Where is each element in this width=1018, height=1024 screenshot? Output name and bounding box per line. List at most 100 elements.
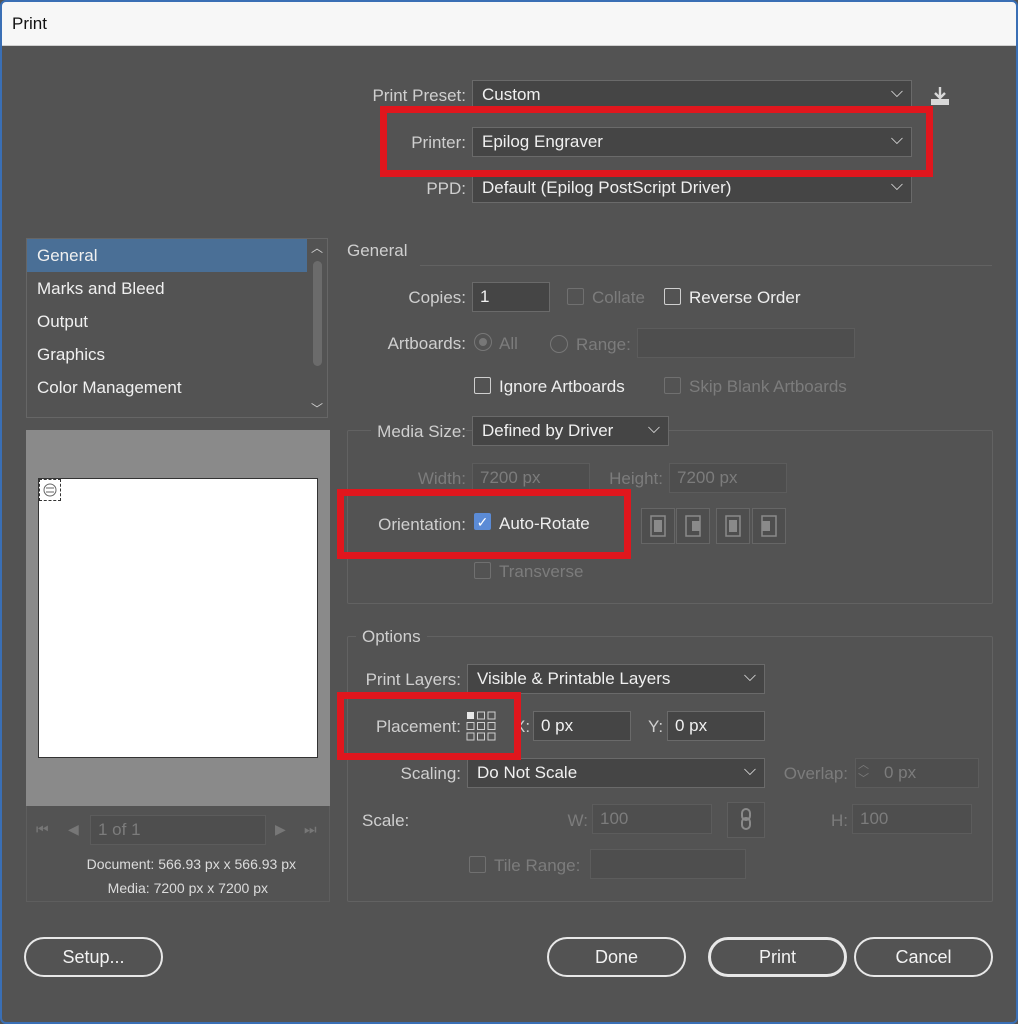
scroll-down-icon[interactable]: ﹀ <box>311 400 323 417</box>
last-page-icon[interactable]: ⏭ <box>304 821 317 838</box>
reverse-order-label: Reverse Order <box>689 288 801 307</box>
general-heading: General <box>347 241 408 260</box>
document-size-row: Document: 566.93 px x 566.93 px <box>26 856 296 872</box>
collate-label: Collate <box>592 288 645 307</box>
document-label: Document: <box>86 856 155 872</box>
first-page-icon[interactable]: ⏮ <box>36 821 49 838</box>
overlap-input[interactable]: 0 px <box>855 758 979 788</box>
landscape-button[interactable] <box>676 508 710 544</box>
media-size-label: Media Size: <box>371 422 466 442</box>
link-icon <box>741 808 751 830</box>
scroll-thumb[interactable] <box>313 261 322 366</box>
artboards-all-radio[interactable] <box>474 333 492 351</box>
copies-label: Copies: <box>408 288 466 307</box>
category-item-marks-and-bleed[interactable]: Marks and Bleed <box>27 272 327 305</box>
print-preset-value: Custom <box>482 85 541 104</box>
print-layers-value: Visible & Printable Layers <box>477 669 671 688</box>
constrain-proportions-button[interactable] <box>727 802 765 838</box>
scale-label: Scale: <box>362 811 410 830</box>
ppd-label: PPD: <box>426 179 466 198</box>
options-heading: Options <box>356 627 427 647</box>
portrait-icon <box>650 515 666 537</box>
print-button[interactable]: Print <box>708 937 847 977</box>
ppd-value: Default (Epilog PostScript Driver) <box>482 178 732 197</box>
setup-button[interactable]: Setup... <box>24 937 163 977</box>
placement-x-input[interactable]: 0 px <box>533 711 631 741</box>
artwork-thumbnail <box>39 479 61 501</box>
scale-h-input[interactable]: 100 <box>852 804 972 834</box>
portrait-button[interactable] <box>641 508 675 544</box>
media-size: 7200 px x 7200 px <box>153 880 268 896</box>
collate-checkbox[interactable] <box>567 288 584 305</box>
page-indicator-field[interactable]: 1 of 1 <box>90 815 266 845</box>
scaling-label: Scaling: <box>400 764 461 783</box>
ignore-artboards-checkbox[interactable] <box>474 377 491 394</box>
placement-highlight-box <box>337 692 521 760</box>
printer-highlight-box <box>380 106 933 177</box>
print-preset-label: Print Preset: <box>372 86 466 105</box>
media-size-dropdown[interactable]: Defined by Driver ⌵ <box>472 416 669 446</box>
tile-range-input[interactable] <box>590 849 746 879</box>
media-label: Media: <box>107 880 150 896</box>
scale-h-label: H: <box>831 811 848 830</box>
height-input[interactable]: 7200 px <box>669 463 787 493</box>
artboards-range-input[interactable] <box>637 328 855 358</box>
scaling-value: Do Not Scale <box>477 763 578 782</box>
window-title: Print <box>12 14 47 33</box>
artboards-range-radio[interactable] <box>550 335 568 353</box>
flipped-landscape-button[interactable] <box>752 508 786 544</box>
copies-input[interactable]: 1 <box>472 282 550 312</box>
ppd-dropdown[interactable]: Default (Epilog PostScript Driver) ⌵ <box>472 173 912 203</box>
artboards-label: Artboards: <box>387 334 466 353</box>
chevron-down-icon: ⌵ <box>743 668 756 685</box>
print-layers-label: Print Layers: <box>365 670 461 689</box>
placement-y-input[interactable]: 0 px <box>667 711 765 741</box>
category-item-graphics[interactable]: Graphics <box>27 338 327 371</box>
scroll-up-icon[interactable]: ︿ <box>311 239 323 256</box>
category-item-output[interactable]: Output <box>27 305 327 338</box>
height-label: Height: <box>609 469 663 488</box>
orientation-highlight-box <box>337 489 631 559</box>
media-size-value: Defined by Driver <box>482 421 614 440</box>
overlap-stepper-icon[interactable]: ︿ ﹀ <box>858 758 869 786</box>
save-preset-icon[interactable] <box>928 84 952 108</box>
chevron-down-icon: ⌵ <box>647 420 660 437</box>
print-preview-area[interactable] <box>26 430 330 806</box>
ignore-artboards-label: Ignore Artboards <box>499 377 625 396</box>
category-scrollbar[interactable]: ︿ ﹀ <box>310 241 324 417</box>
artboards-all-label: All <box>499 334 518 353</box>
preview-page <box>38 478 318 758</box>
chevron-down-icon: ⌵ <box>743 762 756 779</box>
transverse-checkbox[interactable] <box>474 562 491 579</box>
chevron-down-icon: ⌵ <box>890 177 903 194</box>
previous-page-icon[interactable]: ◀ <box>68 821 79 838</box>
general-divider <box>420 265 992 266</box>
scale-w-input[interactable]: 100 <box>592 804 712 834</box>
flipped-portrait-icon <box>725 515 741 537</box>
done-button[interactable]: Done <box>547 937 686 977</box>
width-label: Width: <box>417 469 466 488</box>
document-size: 566.93 px x 566.93 px <box>158 856 296 872</box>
media-size-row: Media: 7200 px x 7200 px <box>26 880 268 896</box>
print-layers-dropdown[interactable]: Visible & Printable Layers ⌵ <box>467 664 765 694</box>
overlap-label: Overlap: <box>783 764 848 783</box>
tile-range-label: Tile Range: <box>494 856 581 875</box>
placement-y-label: Y: <box>648 717 664 736</box>
scaling-dropdown[interactable]: Do Not Scale ⌵ <box>467 758 765 788</box>
artboards-range-label: Range: <box>576 335 631 354</box>
transverse-label: Transverse <box>499 562 584 581</box>
title-bar: Print <box>2 2 1016 46</box>
skip-blank-artboards-checkbox[interactable] <box>664 377 681 394</box>
category-list[interactable]: General Marks and Bleed Output Graphics … <box>26 238 328 418</box>
next-page-icon[interactable]: ▶ <box>275 821 286 838</box>
flipped-landscape-icon <box>761 515 777 537</box>
landscape-icon <box>685 515 701 537</box>
cancel-button[interactable]: Cancel <box>854 937 993 977</box>
flipped-portrait-button[interactable] <box>716 508 750 544</box>
chevron-down-icon: ⌵ <box>890 84 903 101</box>
category-item-color-management[interactable]: Color Management <box>27 371 327 404</box>
reverse-order-checkbox[interactable] <box>664 288 681 305</box>
scale-w-label: W: <box>567 811 588 830</box>
tile-range-checkbox[interactable] <box>469 856 486 873</box>
category-item-general[interactable]: General <box>27 239 307 272</box>
